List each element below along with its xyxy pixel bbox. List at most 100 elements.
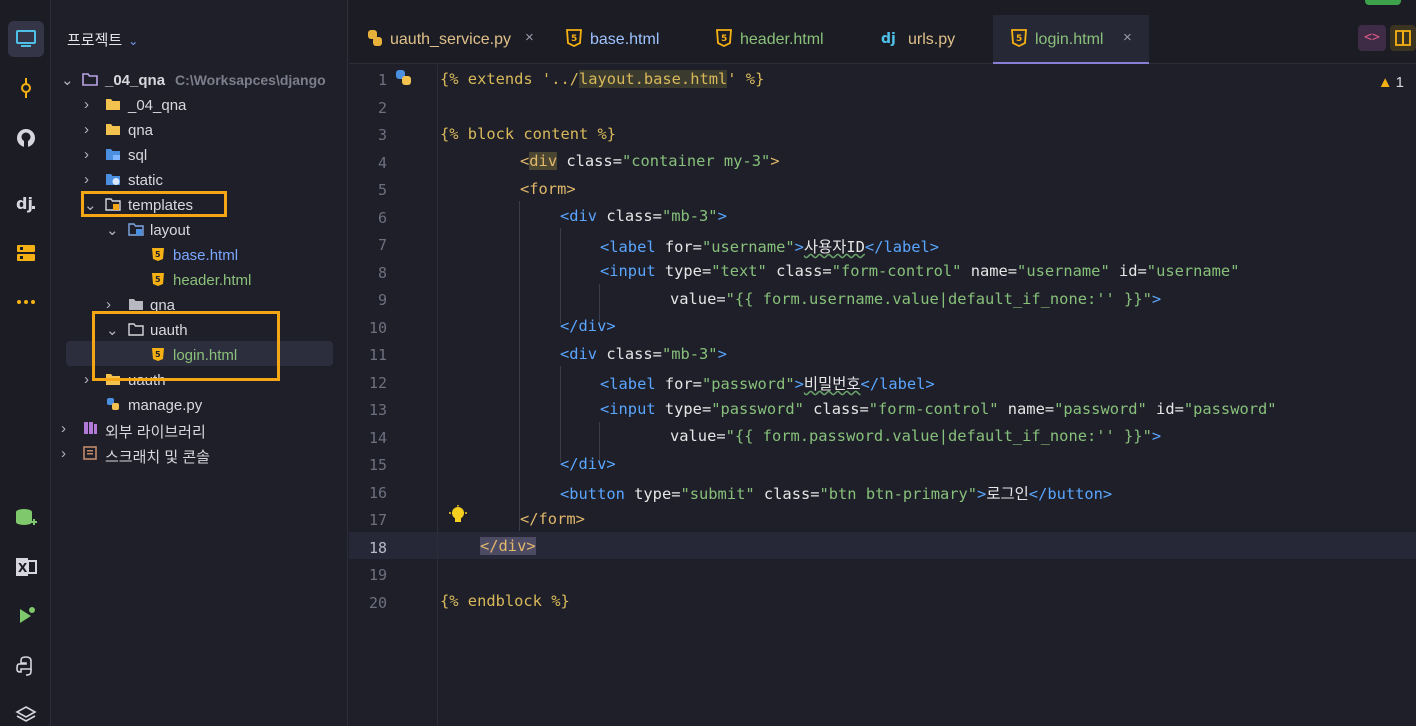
tree-item-label: sql bbox=[128, 147, 148, 164]
line-number: 14 bbox=[368, 428, 387, 447]
svg-text:5: 5 bbox=[721, 34, 727, 44]
structure-icon[interactable] bbox=[8, 235, 44, 271]
line-number: 5 bbox=[377, 181, 387, 199]
django-icon[interactable]: dj bbox=[8, 185, 44, 221]
close-icon[interactable]: × bbox=[1123, 29, 1132, 46]
python-icon bbox=[368, 30, 382, 46]
tab-login-html[interactable]: 5 login.html × bbox=[993, 15, 1149, 64]
warning-count: 1 bbox=[1395, 74, 1404, 91]
tab-label: base.html bbox=[590, 31, 660, 48]
tree-item-base-html[interactable]: 5 base.html bbox=[51, 243, 347, 268]
code-line-7: <label for="username">사용자ID</label> bbox=[600, 238, 940, 256]
editor-tabs: uauth_service.py × 5 base.html 5 header.… bbox=[349, 0, 1416, 64]
tree-item-external-libraries[interactable]: › 외부 라이브러리 bbox=[51, 417, 347, 442]
code-line-17: </form> bbox=[520, 510, 585, 528]
svg-text:dj: dj bbox=[881, 31, 896, 47]
tree-item-label: layout bbox=[150, 222, 191, 239]
tree-item-manage-py[interactable]: manage.py bbox=[51, 393, 347, 418]
commit-icon[interactable] bbox=[8, 70, 44, 106]
database-add-icon[interactable] bbox=[8, 500, 44, 536]
tree-item-scratches[interactable]: › 스크래치 및 콘솔 bbox=[51, 442, 347, 467]
html-file-icon: 5 bbox=[152, 248, 164, 261]
tree-item-label: static bbox=[128, 172, 164, 189]
python-icon[interactable] bbox=[8, 648, 44, 684]
tree-item-label: qna bbox=[128, 122, 154, 139]
tab-header-html[interactable]: 5 header.html bbox=[698, 15, 858, 64]
layers-icon[interactable] bbox=[8, 697, 44, 726]
tab-uauth-service[interactable]: uauth_service.py × bbox=[349, 15, 547, 64]
more-icon[interactable] bbox=[8, 284, 44, 320]
python-file-icon bbox=[107, 398, 119, 410]
chevron-right-icon[interactable]: › bbox=[84, 171, 98, 188]
folder-icon bbox=[129, 299, 143, 310]
project-path: C:\Worksapces\django bbox=[175, 72, 326, 88]
code-line-5: <form> bbox=[520, 180, 576, 198]
line-number: 13 bbox=[368, 401, 387, 419]
code-line-15: </div> bbox=[560, 455, 616, 473]
line-number: 18 bbox=[368, 538, 387, 557]
tree-item-sql[interactable]: › sql bbox=[51, 143, 347, 168]
svg-text:5: 5 bbox=[155, 250, 161, 259]
python-icon[interactable] bbox=[395, 69, 413, 87]
chevron-right-icon[interactable]: › bbox=[61, 445, 75, 462]
sql-folder-icon bbox=[106, 149, 120, 160]
excel-icon[interactable]: X bbox=[8, 549, 44, 585]
github-icon[interactable] bbox=[8, 120, 44, 156]
line-number: 10 bbox=[368, 318, 387, 337]
tab-label: uauth_service.py bbox=[390, 31, 511, 48]
line-number: 2 bbox=[377, 98, 387, 117]
tree-item-qna[interactable]: › qna bbox=[51, 118, 347, 143]
code-view-icon[interactable]: <> bbox=[1358, 25, 1386, 51]
tree-item-layout[interactable]: ⌄ layout bbox=[51, 218, 347, 243]
close-icon[interactable]: × bbox=[525, 29, 534, 46]
lightbulb-icon[interactable] bbox=[449, 505, 467, 525]
svg-text:dj: dj bbox=[16, 194, 33, 213]
line-number: 3 bbox=[377, 126, 387, 144]
tree-item-static[interactable]: › static bbox=[51, 168, 347, 193]
book-icon[interactable] bbox=[1390, 25, 1416, 51]
tree-item-label: 스크래치 및 콘솔 bbox=[105, 449, 210, 466]
line-number: 9 bbox=[377, 291, 387, 309]
tree-item-label: _04_qna bbox=[128, 97, 187, 114]
tree-item-04qna[interactable]: › _04_qna bbox=[51, 93, 347, 118]
chevron-down-icon[interactable]: ⌄ bbox=[106, 221, 120, 239]
line-number: 15 bbox=[368, 456, 387, 474]
code-line-6: <div class="mb-3"> bbox=[560, 207, 727, 225]
code-editor[interactable]: ▲ 1 1 2 3 4 5 6 7 8 9 10 11 12 13 14 15 16 17 18 19 20 {% ex… bbox=[349, 65, 1416, 726]
tab-urls-py[interactable]: dj urls.py bbox=[858, 15, 993, 64]
tab-base-html[interactable]: 5 base.html bbox=[548, 15, 698, 64]
code-line-3: {% block content %} bbox=[440, 125, 617, 143]
tree-item-header-html[interactable]: 5 header.html bbox=[51, 268, 347, 293]
folder-icon bbox=[106, 99, 120, 110]
chevron-right-icon[interactable]: › bbox=[106, 296, 120, 313]
inspection-warning[interactable]: ▲ 1 bbox=[1378, 74, 1404, 91]
svg-text:5: 5 bbox=[155, 275, 161, 284]
run-icon[interactable] bbox=[8, 598, 44, 634]
html-icon: 5 bbox=[1011, 29, 1027, 47]
code-line-12: <label for="password">비밀번호</label> bbox=[600, 375, 935, 393]
line-number: 6 bbox=[377, 208, 387, 227]
chevron-right-icon[interactable]: › bbox=[84, 96, 98, 113]
tree-item-label: _04_qna C:\Worksapces\django bbox=[105, 72, 326, 89]
chevron-down-icon[interactable]: ⌄ bbox=[128, 34, 138, 48]
tree-item-root[interactable]: ⌄ _04_qna C:\Worksapces\django bbox=[51, 68, 347, 93]
status-indicator bbox=[1365, 0, 1401, 5]
line-number: 11 bbox=[368, 346, 387, 364]
code-line-11: <div class="mb-3"> bbox=[560, 345, 727, 363]
html-file-icon: 5 bbox=[152, 273, 164, 286]
svg-text:5: 5 bbox=[1016, 34, 1022, 44]
chevron-right-icon[interactable]: › bbox=[84, 146, 98, 163]
line-number: 1 bbox=[377, 71, 387, 89]
chevron-right-icon[interactable]: › bbox=[84, 121, 98, 138]
monitor-icon[interactable] bbox=[8, 21, 44, 57]
tree-item-label: header.html bbox=[173, 272, 252, 289]
code-line-20: {% endblock %} bbox=[440, 592, 570, 610]
code-line-14: value="{{ form.password.value|default_if… bbox=[670, 427, 1162, 445]
activity-bar: dj X bbox=[0, 0, 51, 726]
line-number: 12 bbox=[368, 373, 387, 392]
indent-guide bbox=[560, 366, 561, 462]
chevron-down-icon[interactable]: ⌄ bbox=[61, 71, 75, 89]
chevron-right-icon[interactable]: › bbox=[61, 420, 75, 437]
code-line-9: value="{{ form.username.value|default_if… bbox=[670, 290, 1162, 308]
project-title[interactable]: 프로젝트 ⌄ bbox=[67, 29, 138, 50]
